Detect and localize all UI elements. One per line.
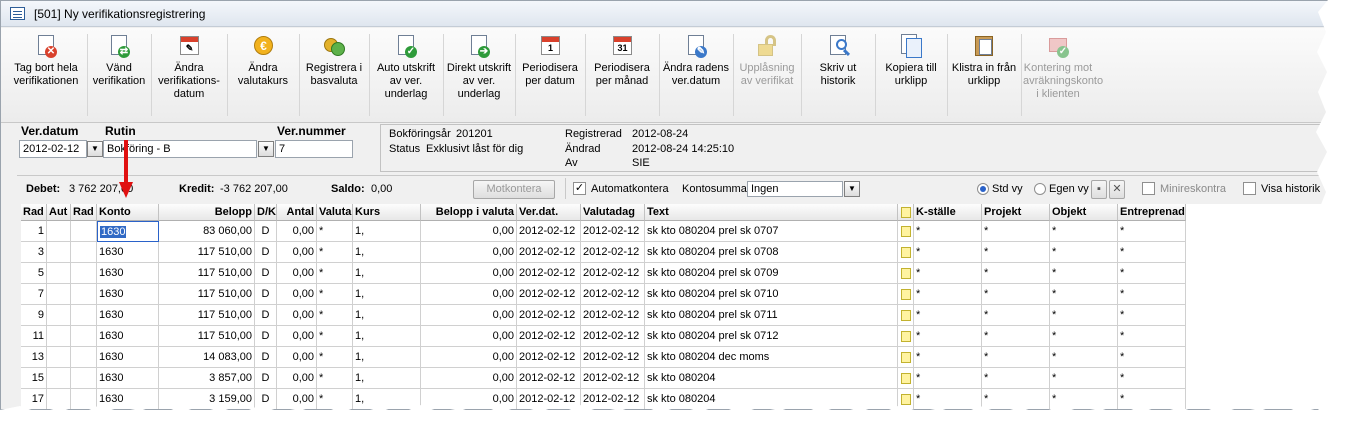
torn-edge-frame <box>0 0 1345 427</box>
